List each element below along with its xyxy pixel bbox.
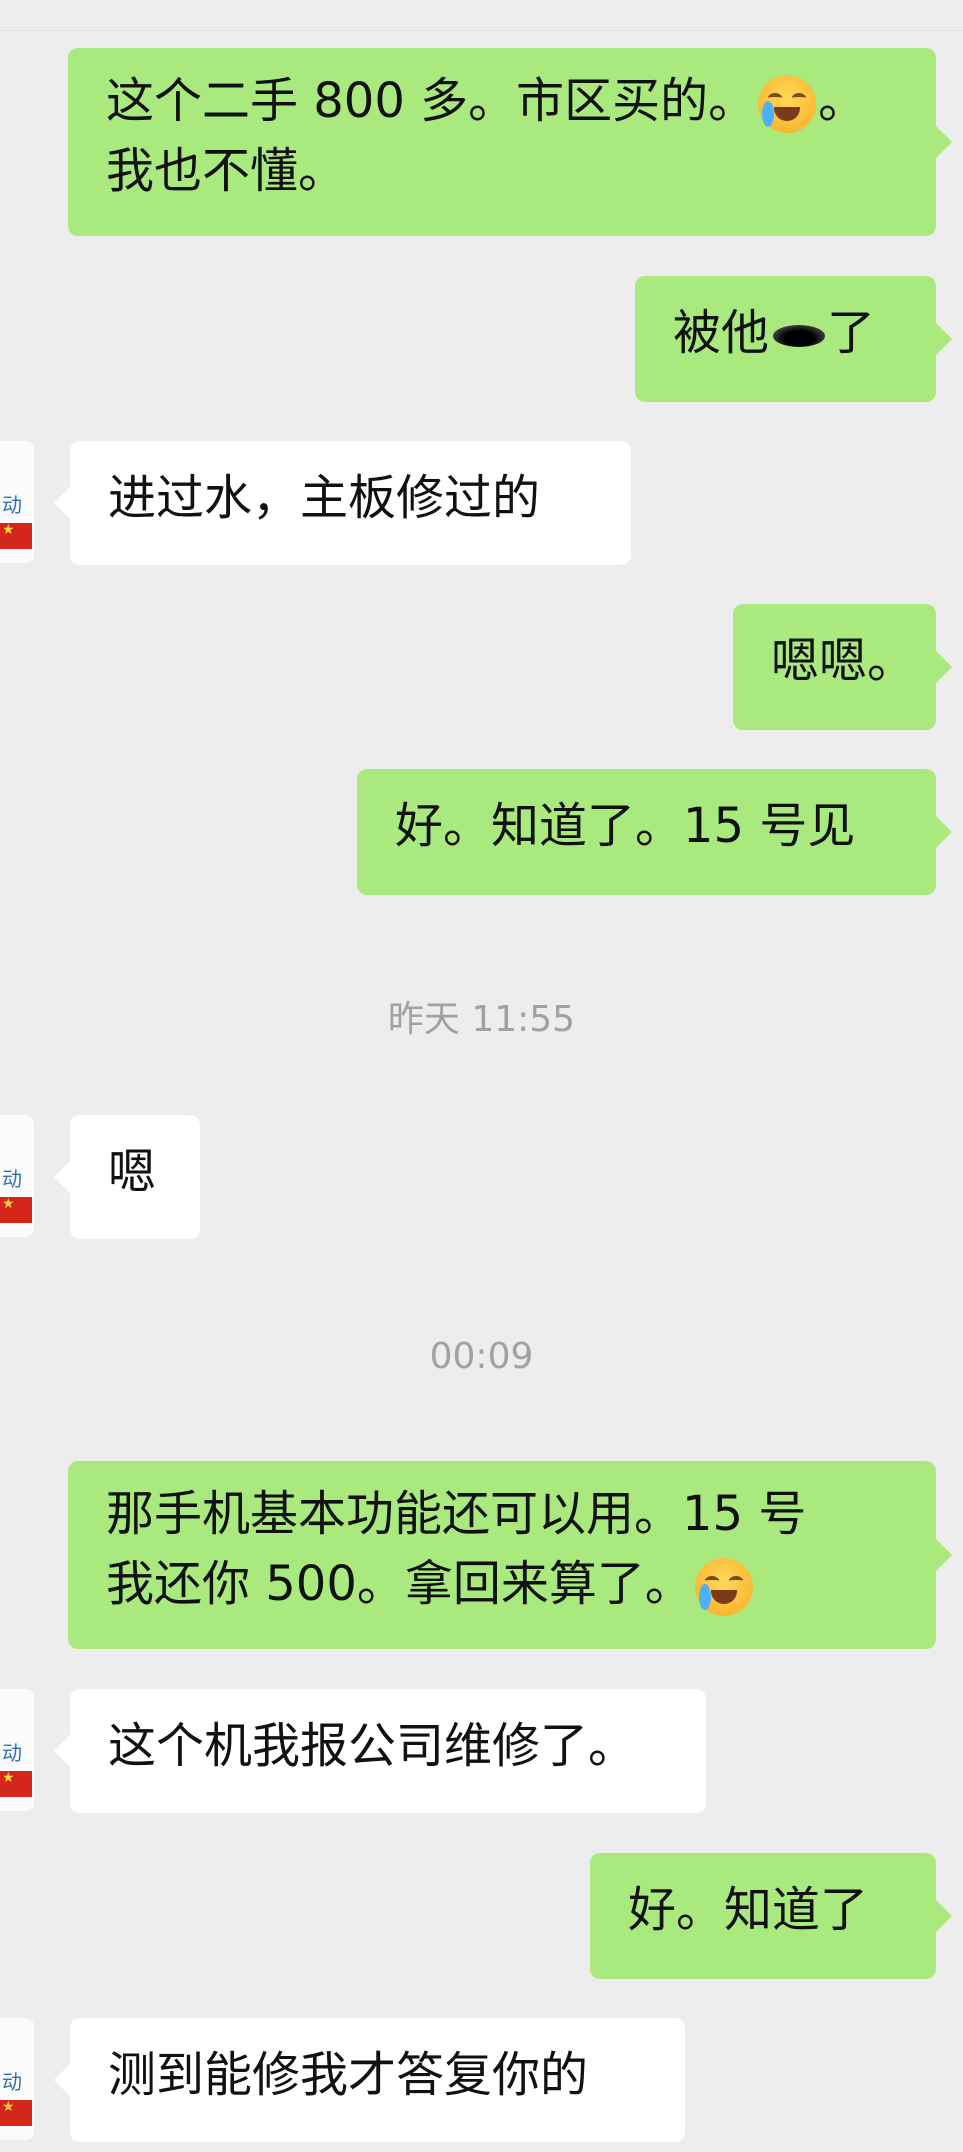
message-line: 这个二手 800 多。市区买的。。: [106, 66, 898, 136]
sent-message[interactable]: 好。知道了: [590, 1853, 952, 1979]
avatar-label: 动: [2, 1741, 22, 1765]
sent-message[interactable]: 好。知道了。15 号见: [357, 769, 952, 895]
avatar-label: 动: [2, 1167, 22, 1191]
sent-message[interactable]: 嗯嗯。: [733, 604, 952, 730]
timestamp: 00:09: [429, 1336, 534, 1377]
flag-icon: [0, 2099, 32, 2126]
received-message[interactable]: 这个机我报公司维修了。: [54, 1689, 706, 1813]
flag-icon: [0, 522, 32, 549]
message-line: 我也不懂。: [106, 143, 347, 199]
tears-of-joy-emoji: [694, 1558, 753, 1616]
avatar-label: 动: [2, 2070, 22, 2094]
sent-message[interactable]: 被他了: [635, 276, 952, 402]
top-divider: [0, 30, 963, 31]
sent-message[interactable]: 那手机基本功能还可以用。15 号 我还你 500。拿回来算了。: [68, 1461, 952, 1649]
flag-icon: [0, 1770, 32, 1797]
avatar[interactable]: 动: [0, 441, 34, 563]
avatar[interactable]: 动: [0, 2018, 34, 2140]
avatar-label: 动: [2, 493, 22, 517]
avatar[interactable]: 动: [0, 1689, 34, 1811]
avatar[interactable]: 动: [0, 1115, 34, 1237]
message-line: 我还你 500。拿回来算了。: [106, 1549, 898, 1619]
received-message[interactable]: 测到能修我才答复你的: [54, 2018, 685, 2142]
message-line: 那手机基本功能还可以用。15 号: [106, 1486, 807, 1542]
received-message[interactable]: 进过水，主板修过的: [54, 441, 631, 565]
timestamp: 昨天 11:55: [387, 999, 576, 1040]
sent-message[interactable]: 这个二手 800 多。市区买的。。 我也不懂。: [68, 48, 952, 236]
received-message[interactable]: 嗯: [54, 1115, 200, 1239]
flag-icon: [0, 1196, 32, 1223]
tears-of-joy-emoji: [758, 75, 817, 133]
hole-emoji: [773, 325, 826, 347]
